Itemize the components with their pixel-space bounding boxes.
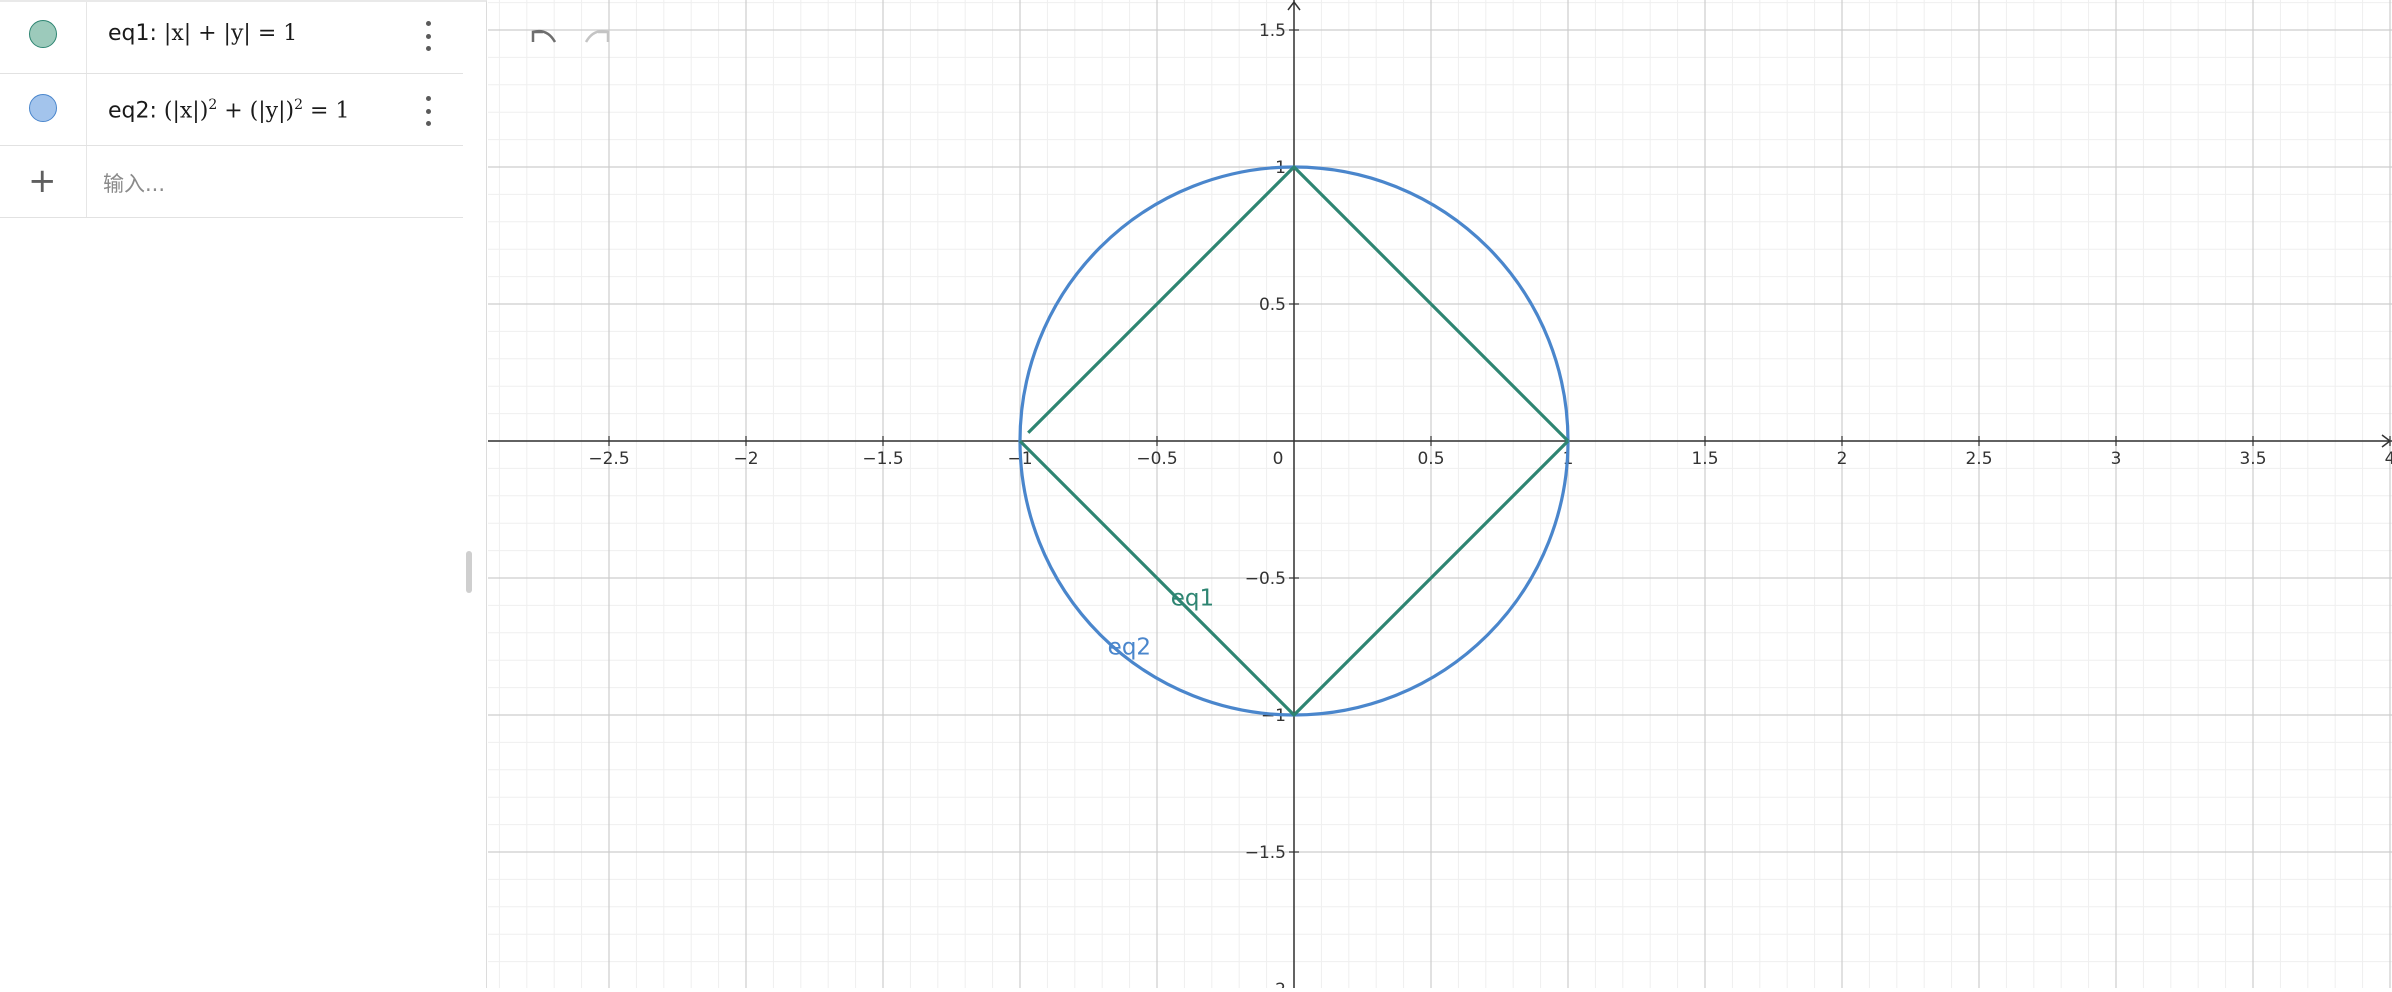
redo-icon[interactable]: [578, 20, 618, 56]
graphics-view[interactable]: −2.5 −2 −1.5 −1 −0.5 0 0.5 1 1.5 2 2.5 3 3.5 4 1.5 1 0.…: [488, 0, 2392, 992]
x-tick-label: 2: [1837, 449, 1848, 469]
equation-rhs: 1: [335, 98, 350, 124]
marble-cell: +: [0, 146, 87, 217]
plus-icon[interactable]: +: [28, 164, 57, 198]
y-tick-label: −2: [1261, 980, 1286, 988]
x-tick-label: 0: [1273, 449, 1284, 469]
x-tick-label: 4: [2385, 449, 2392, 469]
x-tick-label: −2: [733, 449, 758, 469]
y-tick-label: 1.5: [1259, 21, 1286, 41]
more-options-icon[interactable]: [418, 96, 438, 126]
visibility-toggle-eq2[interactable]: [29, 94, 57, 122]
x-tick-label: 2.5: [1965, 449, 1992, 469]
equation-lhs: |x| + |y|: [163, 21, 251, 46]
algebra-row-eq1[interactable]: eq1: |x| + |y| = 1: [0, 2, 463, 74]
x-tick-label: −2.5: [588, 449, 629, 469]
more-options-icon[interactable]: [418, 21, 438, 51]
plus-sign: +: [224, 98, 243, 124]
equation-rhs: 1: [283, 21, 298, 46]
visibility-toggle-eq1[interactable]: [29, 20, 57, 48]
x-tick-label: 1.5: [1691, 449, 1718, 469]
exponent: 2: [208, 97, 218, 113]
equation-term: (|y|): [249, 98, 295, 124]
marble-cell: [0, 2, 87, 73]
undo-icon[interactable]: [523, 20, 563, 56]
y-tick-label: 0.5: [1259, 295, 1286, 315]
equation-name: eq1: [108, 21, 150, 46]
resize-handle[interactable]: [466, 551, 472, 593]
equals-sign: =: [257, 21, 277, 46]
algebra-row-eq2[interactable]: eq2: (|x|)2 + (|y|)2 = 1: [0, 74, 463, 146]
equation-eq1[interactable]: eq1: |x| + |y| = 1: [108, 21, 297, 46]
y-tick-label: −1.5: [1245, 843, 1286, 863]
curve-label-eq1: eq1: [1171, 585, 1214, 611]
graph-canvas[interactable]: −2.5 −2 −1.5 −1 −0.5 0 0.5 1 1.5 2 2.5 3 3.5 4 1.510.…: [488, 0, 2392, 992]
algebra-input[interactable]: 输入...: [103, 168, 165, 198]
grid-minor: [488, 0, 2392, 988]
equation-name: eq2: [108, 98, 150, 124]
x-tick-label: −0.5: [1136, 449, 1177, 469]
equation-term: (|x|): [163, 98, 209, 124]
equals-sign: =: [310, 98, 329, 124]
algebra-view: eq1: |x| + |y| = 1 eq2: (|x|)2 + (|y|)2 …: [0, 0, 487, 988]
x-tick-label: 3.5: [2239, 449, 2266, 469]
y-tick-label: −0.5: [1245, 569, 1286, 589]
marble-cell: [0, 74, 87, 145]
x-tick-label: −1.5: [862, 449, 903, 469]
equation-eq2[interactable]: eq2: (|x|)2 + (|y|)2 = 1: [108, 97, 349, 123]
curve-label-eq2: eq2: [1108, 635, 1151, 661]
x-tick-label: 0.5: [1417, 449, 1444, 469]
algebra-input-row[interactable]: + 输入...: [0, 146, 463, 218]
exponent: 2: [294, 97, 304, 113]
x-tick-label: 3: [2111, 449, 2122, 469]
